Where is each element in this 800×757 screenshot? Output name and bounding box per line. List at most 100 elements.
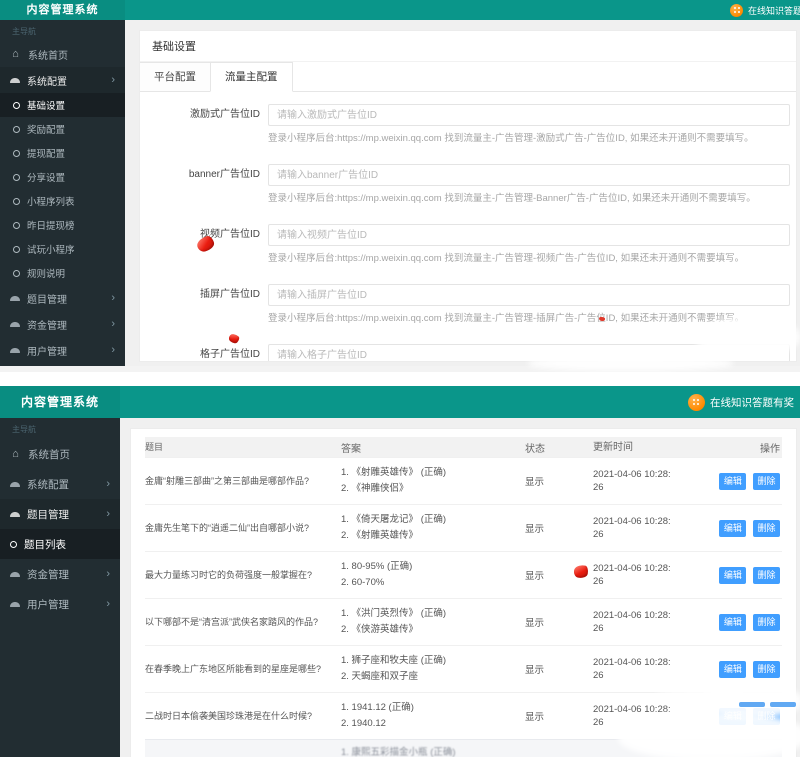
answer-cell: 1. 《洪门英烈传》 (正确) 2. 《侠游英雄传》 [341, 606, 521, 638]
col-header-answer: 答案 [341, 440, 521, 455]
gauge-icon [10, 348, 20, 353]
status-cell: 显示 [521, 615, 565, 629]
delete-button[interactable]: 删除 [753, 520, 780, 537]
sidebar-item-home[interactable]: ⌂ 系统首页 [0, 439, 120, 469]
sidebar-item-fund-mgmt[interactable]: 资金管理 › [0, 311, 125, 337]
sidebar-item-rules[interactable]: 规则说明 [0, 261, 125, 285]
edit-button[interactable]: 编辑 [719, 567, 746, 584]
chevron-right-icon: › [111, 293, 115, 304]
sidebar-item-system-config[interactable]: 系统配置 › [0, 469, 120, 499]
sidebar-item-label: 试玩小程序 [27, 242, 75, 256]
table-row: 金庸“射雕三部曲”之第三部曲是哪部作品? 1. 《射雕英雄传》 (正确) 2. … [145, 457, 782, 504]
sidebar-item-trial-miniapp[interactable]: 试玩小程序 [0, 237, 125, 261]
answer-option-1: 1. 康熙五彩描金小瓶 (正确) [341, 745, 521, 757]
top-header-bar: 内容管理系统 在线知识答题有奖 [0, 386, 800, 418]
question-cell: 以下哪部不是“清宫派”武侠名家踏风的作品? [145, 616, 341, 629]
tab-bar: 平台配置 流量主配置 [140, 62, 796, 92]
sidebar-item-reward-config[interactable]: 奖励配置 [0, 117, 125, 141]
banner-ad-id-input[interactable] [268, 164, 790, 186]
sidebar-item-question-list[interactable]: 题目列表 [0, 529, 120, 559]
edit-button[interactable]: 编辑 [719, 614, 746, 631]
delete-button[interactable]: 删除 [753, 567, 780, 584]
sidebar-item-share-settings[interactable]: 分享设置 [0, 165, 125, 189]
answer-cell: 1. 1941.12 (正确) 2. 1940.12 [341, 700, 521, 732]
sidebar-item-fund-mgmt[interactable]: 资金管理 › [0, 559, 120, 589]
circle-icon [13, 174, 20, 181]
field-help-text: 登录小程序后台:https://mp.weixin.qq.com 找到流量主-广… [268, 192, 797, 206]
sidebar-item-home[interactable]: ⌂ 系统首页 [0, 41, 125, 67]
answer-option-1: 1. 《洪门英烈传》 (正确) [341, 606, 521, 622]
updated-line2: 26 [593, 481, 705, 494]
sidebar-item-yesterday-withdraw-rank[interactable]: 昨日提现榜 [0, 213, 125, 237]
ad-config-form: 激励式广告位ID 登录小程序后台:https://mp.weixin.qq.co… [140, 92, 796, 362]
sidebar-item-withdraw-config[interactable]: 提现配置 [0, 141, 125, 165]
updated-line1: 2021-04-06 10:28: [593, 609, 705, 622]
circle-icon [10, 541, 17, 548]
status-cell: 显示 [521, 568, 565, 582]
sidebar-item-label: 题目列表 [24, 537, 66, 552]
sidebar-item-label: 分享设置 [27, 170, 65, 184]
header-user-badge[interactable]: 在线知识答题有奖 [730, 4, 800, 17]
status-cell: 显示 [521, 474, 565, 488]
delete-button[interactable]: 删除 [753, 661, 780, 678]
delete-button[interactable]: 删除 [753, 473, 780, 490]
gauge-icon [10, 482, 20, 487]
tab-traffic-config[interactable]: 流量主配置 [210, 62, 293, 92]
sidebar-item-question-mgmt[interactable]: 题目管理 › [0, 285, 125, 311]
sidebar-item-label: 奖励配置 [27, 122, 65, 136]
circle-icon [13, 270, 20, 277]
chevron-right-icon: › [106, 509, 110, 520]
col-header-status: 状态 [521, 440, 565, 455]
actions-cell: 编辑 删除 [705, 661, 782, 678]
delete-button[interactable]: 删除 [753, 614, 780, 631]
updated-line1: 2021-04-06 10:28: [593, 656, 705, 669]
sidebar-item-system-config[interactable]: 系统配置 › [0, 67, 125, 93]
screenshot-question-list-page: 内容管理系统 在线知识答题有奖 主导航 ⌂ 系统首页 系统配置 › 题目管理 ›… [0, 386, 800, 757]
status-cell: 显示 [521, 709, 565, 723]
edit-button[interactable]: 编辑 [719, 520, 746, 537]
header-user-badge[interactable]: 在线知识答题有奖 [688, 394, 800, 411]
field-label: 激励式广告位ID [140, 104, 268, 126]
circle-icon [13, 222, 20, 229]
sidebar-item-question-mgmt[interactable]: 题目管理 › [0, 499, 120, 529]
updated-cell: 2021-04-06 10:28: 26 [565, 468, 705, 494]
answer-option-1: 1. 1941.12 (正确) [341, 700, 521, 716]
video-ad-id-input[interactable] [268, 224, 790, 246]
blurred-edit-button-remnant [739, 702, 765, 707]
edit-button[interactable]: 编辑 [719, 473, 746, 490]
table-row: 以下哪部不是“清宫派”武侠名家踏风的作品? 1. 《洪门英烈传》 (正确) 2.… [145, 598, 782, 645]
home-icon: ⌂ [10, 49, 21, 60]
answer-option-2: 2. 天蝎座和双子座 [341, 669, 521, 685]
sidebar-item-label: 系统首页 [28, 47, 68, 62]
reward-ad-id-input[interactable] [268, 104, 790, 126]
sidebar-item-user-mgmt[interactable]: 用户管理 › [0, 589, 120, 619]
answer-cell: 1. 《倚天屠龙记》 (正确) 2. 《射雕英雄传》 [341, 512, 521, 544]
chevron-right-icon: › [111, 345, 115, 356]
field-reward-ad: 激励式广告位ID 登录小程序后台:https://mp.weixin.qq.co… [140, 104, 790, 146]
answer-option-2: 2. 1940.12 [341, 716, 521, 732]
sidebar: 主导航 ⌂ 系统首页 系统配置 › 基础设置 奖励配置 提现配置 [0, 20, 125, 372]
col-header-actions: 操作 [705, 440, 782, 455]
eraser-smudge [528, 356, 733, 371]
blurred-delete-button-remnant [770, 702, 796, 707]
edit-button[interactable]: 编辑 [719, 661, 746, 678]
sidebar-item-label: 系统配置 [27, 73, 67, 88]
actions-cell: 编辑 删除 [705, 473, 782, 490]
interstitial-ad-id-input[interactable] [268, 284, 790, 306]
sidebar-item-basic-settings[interactable]: 基础设置 [0, 93, 125, 117]
sidebar-item-miniapp-list[interactable]: 小程序列表 [0, 189, 125, 213]
header-badge-label: 在线知识答题有奖 [710, 395, 794, 410]
eraser-smudge [618, 712, 800, 757]
home-icon: ⌂ [10, 449, 21, 460]
question-cell: 二战时日本偷袭美国珍珠港是在什么时候? [145, 710, 341, 723]
tab-platform-config[interactable]: 平台配置 [139, 62, 211, 91]
top-header-bar: 内容管理系统 在线知识答题有奖 [0, 0, 800, 20]
sidebar-item-user-mgmt[interactable]: 用户管理 › [0, 337, 125, 363]
question-cell: 在春季晚上广东地区所能看到的星座是哪些? [145, 663, 341, 676]
circle-icon [13, 150, 20, 157]
answer-option-2: 2. 《射雕英雄传》 [341, 528, 521, 544]
field-video-ad: 视频广告位ID 登录小程序后台:https://mp.weixin.qq.com… [140, 224, 790, 266]
user-avatar-icon [730, 4, 743, 17]
answer-cell: 1. 狮子座和牧夫座 (正确) 2. 天蝎座和双子座 [341, 653, 521, 685]
question-cell: 最大力量练习时它的负荷强度一般掌握在? [145, 569, 341, 582]
